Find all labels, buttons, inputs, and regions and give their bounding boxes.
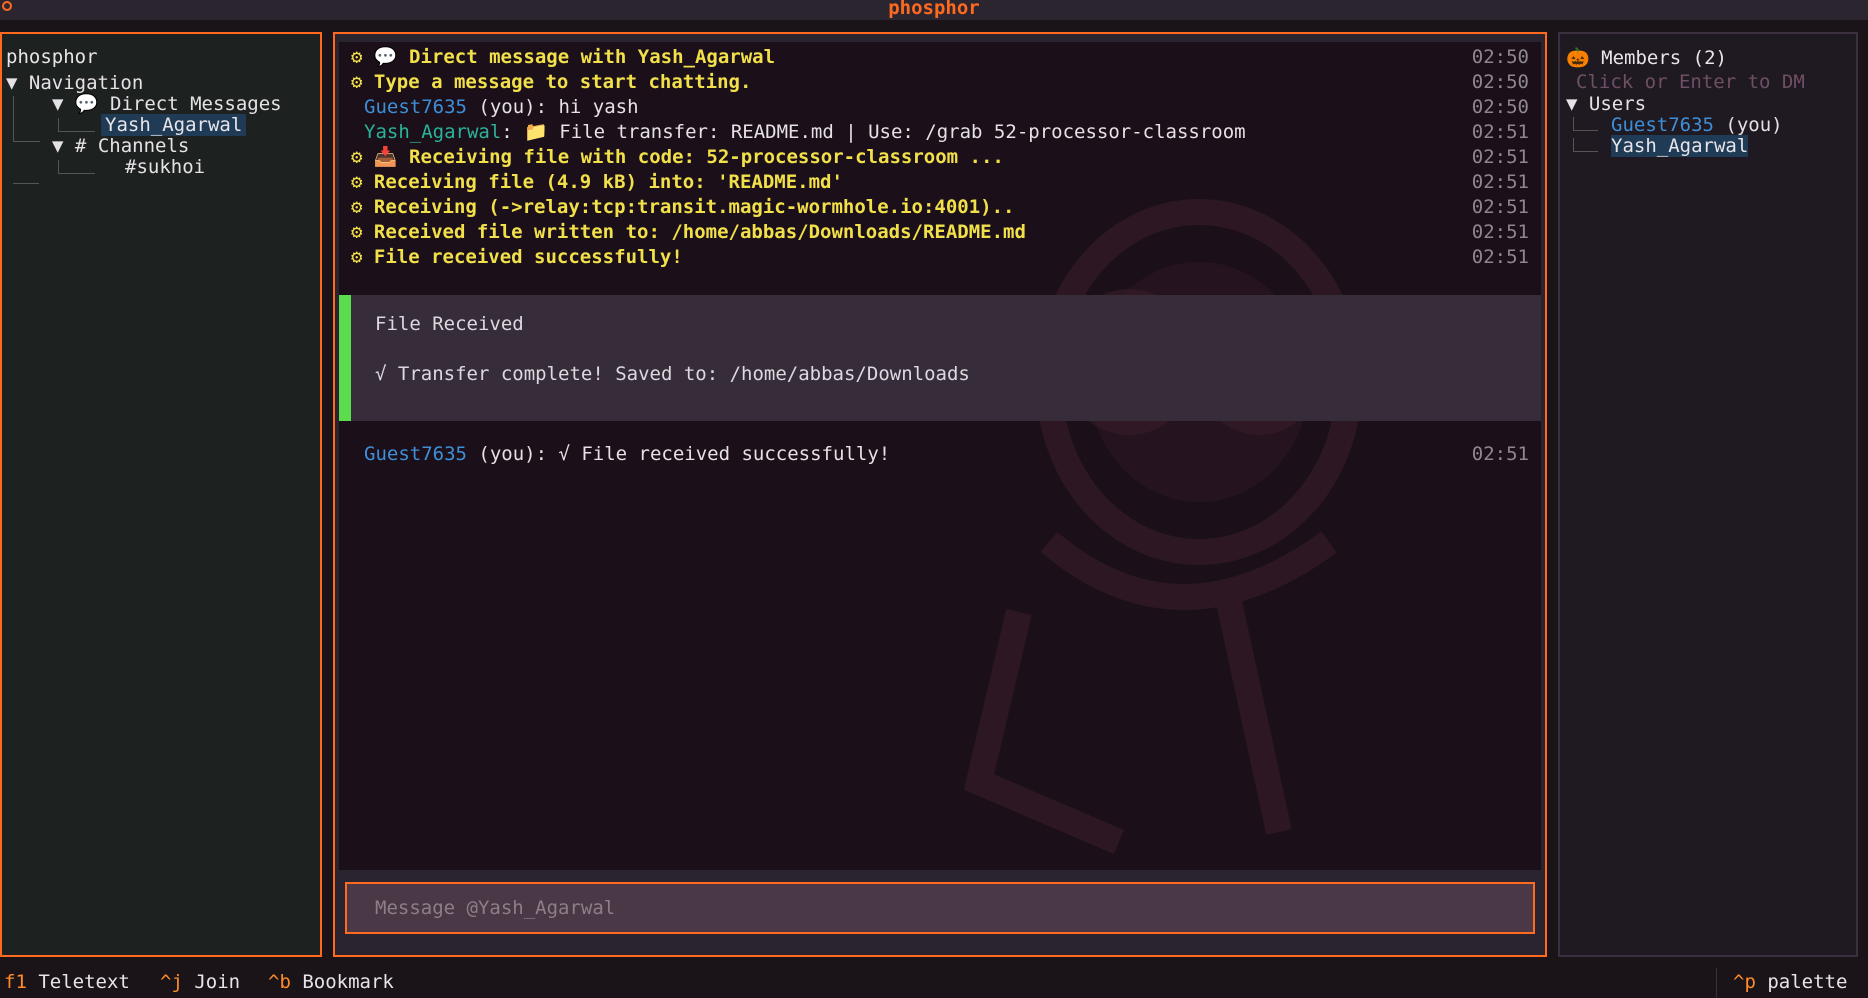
- message-log[interactable]: ⚙ 💬 Direct message with Yash_Agarwal 02:…: [339, 42, 1541, 870]
- shortcut-key: f1: [4, 971, 27, 993]
- user-message: Yash_Agarwal: 📁 File transfer: README.md…: [364, 120, 1246, 145]
- system-message: ⚙ 💬 Direct message with Yash_Agarwal: [351, 45, 775, 70]
- tree-connector: [1573, 117, 1598, 131]
- tree-connector: [58, 118, 95, 132]
- sidebar-app-name: phosphor: [6, 46, 98, 68]
- notice-title: File Received: [375, 313, 524, 335]
- direct-messages-label: Direct Messages: [110, 93, 282, 115]
- pumpkin-icon: 🎃: [1566, 47, 1590, 69]
- message-text: File received successfully!: [373, 246, 683, 268]
- gear-icon: ⚙: [351, 46, 363, 68]
- message-text: 📥 Receiving file with code: 52-processor…: [373, 146, 1004, 168]
- shortcut-label: Teletext: [38, 971, 130, 993]
- gear-icon: ⚙: [351, 196, 363, 218]
- member-name: Yash_Agarwal: [1611, 135, 1749, 157]
- shortcut-label: palette: [1767, 971, 1848, 993]
- users-group-label: Users: [1588, 93, 1647, 115]
- message-timestamp: 02:50: [1471, 96, 1529, 118]
- expand-arrow-icon: ▼: [6, 72, 18, 94]
- message-author[interactable]: Yash_Agarwal: [364, 121, 501, 143]
- message-timestamp: 02:51: [1471, 196, 1529, 218]
- members-hint: Click or Enter to DM: [1576, 71, 1805, 93]
- window-title: phosphor: [888, 0, 980, 19]
- members-header: 🎃 Members (2): [1566, 46, 1727, 69]
- expand-arrow-icon: ▼: [52, 93, 64, 115]
- member-name: Guest7635: [1611, 114, 1714, 136]
- dm-item-label: Yash_Agarwal: [101, 114, 247, 136]
- user-message: Guest7635 (you): hi yash: [364, 95, 639, 120]
- sidebar-item-channel-sukhoi[interactable]: #sukhoi: [125, 155, 205, 180]
- message-text: Received file written to: /home/abbas/Do…: [373, 221, 1026, 243]
- message-timestamp: 02:50: [1471, 71, 1529, 93]
- gear-icon: ⚙: [351, 246, 363, 268]
- member-item-yash[interactable]: Yash_Agarwal: [1611, 134, 1749, 159]
- message-text: (you): hi yash: [466, 96, 639, 118]
- chat-bubble-icon: 💬: [74, 93, 99, 115]
- title-bar: phosphor: [0, 0, 1868, 20]
- tree-connector: [58, 160, 95, 174]
- message-author[interactable]: Guest7635: [364, 96, 467, 118]
- file-received-notice: File Received √ Transfer complete! Saved…: [339, 295, 1541, 421]
- background-skull-art: [963, 199, 1362, 854]
- message-text: Receiving file (4.9 kB) into: 'README.md…: [373, 171, 843, 193]
- members-panel: 🎃 Members (2) Click or Enter to DM ▼ Use…: [1558, 32, 1858, 957]
- navigation-label: Navigation: [28, 72, 144, 94]
- message-timestamp: 02:51: [1471, 146, 1529, 168]
- system-message: ⚙ Received file written to: /home/abbas/…: [351, 220, 1026, 245]
- message-timestamp: 02:51: [1471, 246, 1529, 268]
- gear-icon: ⚙: [351, 171, 363, 193]
- message-timestamp: 02:51: [1471, 171, 1529, 193]
- shortcut-label: Join: [194, 971, 241, 993]
- system-message: ⚙ Receiving file (4.9 kB) into: 'README.…: [351, 170, 843, 195]
- shortcut-key: ^p: [1733, 971, 1756, 993]
- shortcut-key: ^b: [268, 971, 291, 993]
- channels-label: Channels: [97, 135, 190, 157]
- hash-icon: #: [74, 135, 87, 157]
- shortcut-join[interactable]: ^j Join: [160, 971, 240, 993]
- message-input[interactable]: [347, 884, 1533, 932]
- message-input-container: [345, 882, 1535, 934]
- message-text: Receiving (->relay:tcp:transit.magic-wor…: [373, 196, 1015, 218]
- shortcut-palette[interactable]: ^p palette: [1733, 971, 1847, 993]
- shortcut-label: Bookmark: [302, 971, 394, 993]
- system-message: ⚙ Type a message to start chatting.: [351, 70, 751, 95]
- expand-arrow-icon: ▼: [1566, 93, 1578, 115]
- system-message: ⚙ 📥 Receiving file with code: 52-process…: [351, 145, 1004, 170]
- shortcut-key: ^j: [160, 971, 183, 993]
- member-suffix: (you): [1713, 114, 1783, 136]
- footer-bar: f1 Teletext ^j Join ^b Bookmark ^p palet…: [0, 968, 1868, 998]
- message-text: (you): √ File received successfully!: [466, 443, 891, 465]
- user-message: Guest7635 (you): √ File received success…: [364, 442, 890, 467]
- system-message: ⚙ File received successfully!: [351, 245, 683, 270]
- gear-icon: ⚙: [351, 146, 363, 168]
- gear-icon: ⚙: [351, 221, 363, 243]
- message-timestamp: 02:51: [1471, 121, 1529, 143]
- tree-connector: [13, 138, 39, 184]
- shortcut-teletext[interactable]: f1 Teletext: [4, 971, 130, 993]
- tree-connector: [13, 96, 40, 142]
- expand-arrow-icon: ▼: [52, 135, 64, 157]
- message-timestamp: 02:51: [1471, 221, 1529, 243]
- message-timestamp: 02:50: [1471, 46, 1529, 68]
- message-author[interactable]: Guest7635: [364, 443, 467, 465]
- navigation-sidebar: phosphor ▼ Navigation ▼ 💬 Direct Message…: [0, 32, 322, 957]
- footer-divider: [1716, 968, 1717, 998]
- gear-icon: ⚙: [351, 71, 363, 93]
- channel-item-label: #sukhoi: [125, 156, 206, 178]
- shortcut-bookmark[interactable]: ^b Bookmark: [268, 971, 394, 993]
- message-text: : 📁 File transfer: README.md | Use: /gra…: [501, 121, 1246, 143]
- notice-body: √ Transfer complete! Saved to: /home/abb…: [375, 363, 970, 385]
- message-text: 💬 Direct message with Yash_Agarwal: [373, 46, 776, 68]
- system-message: ⚙ Receiving (->relay:tcp:transit.magic-w…: [351, 195, 1015, 220]
- tree-connector: [1573, 138, 1598, 152]
- message-timestamp: 02:51: [1471, 443, 1529, 465]
- message-text: Type a message to start chatting.: [373, 71, 752, 93]
- members-title: Members (2): [1601, 47, 1727, 69]
